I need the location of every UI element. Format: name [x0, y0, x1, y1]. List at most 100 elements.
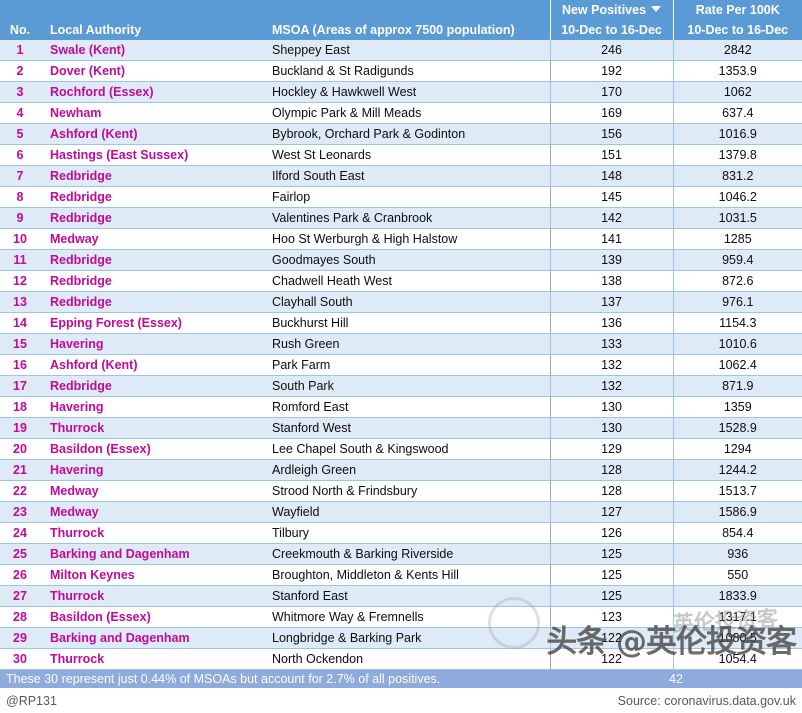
row-local-authority: Thurrock — [40, 522, 262, 544]
table-row[interactable]: 22 Medway Strood North & Frindsbury 128 1513… — [0, 480, 802, 502]
row-new-positives: 125 — [549, 585, 673, 607]
row-local-authority: Redbridge — [40, 165, 262, 187]
row-no: 23 — [0, 501, 40, 523]
table-row[interactable]: 15 Havering Rush Green 133 1010.6 — [0, 333, 802, 355]
row-local-authority: Newham — [40, 102, 262, 124]
row-no: 4 — [0, 102, 40, 124]
table-row[interactable]: 23 Medway Wayfield 127 1586.9 — [0, 501, 802, 523]
row-local-authority: Medway — [40, 501, 262, 523]
row-new-positives: 128 — [549, 459, 673, 481]
row-no: 2 — [0, 60, 40, 82]
table-row[interactable]: 19 Thurrock Stanford West 130 1528.9 — [0, 417, 802, 439]
row-rate-per-100k: 1513.7 — [672, 480, 802, 502]
table-row[interactable]: 14 Epping Forest (Essex) Buckhurst Hill 136… — [0, 312, 802, 334]
table-row[interactable]: 18 Havering Romford East 130 1359 — [0, 396, 802, 418]
row-rate-per-100k: 871.9 — [672, 375, 802, 397]
row-msoa: West St Leonards — [262, 144, 550, 166]
row-local-authority: Havering — [40, 459, 262, 481]
row-rate-per-100k: 637.4 — [672, 102, 802, 124]
row-local-authority: Ashford (Kent) — [40, 123, 262, 145]
row-no: 11 — [0, 249, 40, 271]
row-msoa: Stanford East — [262, 585, 550, 607]
row-rate-per-100k: 854.4 — [672, 522, 802, 544]
row-rate-per-100k: 1080.5 — [672, 627, 802, 649]
table-row[interactable]: 11 Redbridge Goodmayes South 139 959.4 — [0, 249, 802, 271]
header-new-positives-range: 10-Dec to 16-Dec — [549, 20, 673, 40]
row-no: 13 — [0, 291, 40, 313]
table-row[interactable]: 7 Redbridge Ilford South East 148 831.2 — [0, 165, 802, 187]
row-msoa: Stanford West — [262, 417, 550, 439]
table-row[interactable]: 25 Barking and Dagenham Creekmouth & Barki… — [0, 543, 802, 565]
row-msoa: Bybrook, Orchard Park & Godinton — [262, 123, 550, 145]
table-row[interactable]: 24 Thurrock Tilbury 126 854.4 — [0, 522, 802, 544]
row-new-positives: 122 — [549, 627, 673, 649]
table-row[interactable]: 1 Swale (Kent) Sheppey East 246 2842 — [0, 40, 802, 61]
table-row[interactable]: 9 Redbridge Valentines Park & Cranbrook 142… — [0, 207, 802, 229]
table-row[interactable]: 10 Medway Hoo St Werburgh & High Halstow 14… — [0, 228, 802, 250]
row-new-positives: 137 — [549, 291, 673, 313]
table-row[interactable]: 26 Milton Keynes Broughton, Middleton & Ke… — [0, 564, 802, 586]
table-row[interactable]: 16 Ashford (Kent) Park Farm 132 1062.4 — [0, 354, 802, 376]
table-row[interactable]: 30 Thurrock North Ockendon 122 1054.4 — [0, 648, 802, 670]
table-row[interactable]: 6 Hastings (East Sussex) West St Leonards 1… — [0, 144, 802, 166]
row-msoa: Ardleigh Green — [262, 459, 550, 481]
row-no: 26 — [0, 564, 40, 586]
header-row-bottom: No. Local Authority MSOA (Areas of appro… — [0, 20, 802, 40]
row-new-positives: 122 — [549, 648, 673, 670]
summary-total: 42 — [669, 672, 683, 686]
header-local-authority: Local Authority — [40, 20, 262, 40]
row-msoa: Lee Chapel South & Kingswood — [262, 438, 550, 460]
row-new-positives: 125 — [549, 543, 673, 565]
row-new-positives: 130 — [549, 417, 673, 439]
row-local-authority: Redbridge — [40, 270, 262, 292]
row-msoa: Broughton, Middleton & Kents Hill — [262, 564, 550, 586]
header-new-positives-title[interactable]: New Positives — [549, 0, 673, 20]
row-new-positives: 169 — [549, 102, 673, 124]
table-row[interactable]: 3 Rochford (Essex) Hockley & Hawkwell West… — [0, 81, 802, 103]
header-new-positives-label: New Positives — [561, 3, 647, 17]
table-row[interactable]: 8 Redbridge Fairlop 145 1046.2 — [0, 186, 802, 208]
row-msoa: Buckhurst Hill — [262, 312, 550, 334]
row-msoa: Clayhall South — [262, 291, 550, 313]
row-no: 16 — [0, 354, 40, 376]
row-new-positives: 192 — [549, 60, 673, 82]
row-msoa: Wayfield — [262, 501, 550, 523]
row-no: 17 — [0, 375, 40, 397]
header-blank-no — [0, 0, 40, 20]
row-local-authority: Hastings (East Sussex) — [40, 144, 262, 166]
row-new-positives: 148 — [549, 165, 673, 187]
row-no: 22 — [0, 480, 40, 502]
row-rate-per-100k: 550 — [672, 564, 802, 586]
row-new-positives: 138 — [549, 270, 673, 292]
row-no: 12 — [0, 270, 40, 292]
row-local-authority: Redbridge — [40, 249, 262, 271]
row-rate-per-100k: 1353.9 — [672, 60, 802, 82]
table-row[interactable]: 29 Barking and Dagenham Longbridge & Barki… — [0, 627, 802, 649]
row-local-authority: Milton Keynes — [40, 564, 262, 586]
msoa-table: New Positives Rate Per 100K No. Local Au… — [0, 0, 802, 670]
row-rate-per-100k: 2842 — [672, 40, 802, 61]
row-msoa: Buckland & St Radigunds — [262, 60, 550, 82]
table-row[interactable]: 20 Basildon (Essex) Lee Chapel South & Kin… — [0, 438, 802, 460]
table-row[interactable]: 2 Dover (Kent) Buckland & St Radigunds 192 1… — [0, 60, 802, 82]
table-row[interactable]: 21 Havering Ardleigh Green 128 1244.2 — [0, 459, 802, 481]
row-msoa: Longbridge & Barking Park — [262, 627, 550, 649]
row-no: 30 — [0, 648, 40, 670]
table-row[interactable]: 4 Newham Olympic Park & Mill Meads 169 637.4 — [0, 102, 802, 124]
header-blank-msoa — [262, 0, 550, 20]
table-row[interactable]: 17 Redbridge South Park 132 871.9 — [0, 375, 802, 397]
table-row[interactable]: 13 Redbridge Clayhall South 137 976.1 — [0, 291, 802, 313]
table-row[interactable]: 27 Thurrock Stanford East 125 1833.9 — [0, 585, 802, 607]
row-local-authority: Basildon (Essex) — [40, 438, 262, 460]
row-new-positives: 126 — [549, 522, 673, 544]
table-row[interactable]: 28 Basildon (Essex) Whitmore Way & Fremnel… — [0, 606, 802, 628]
row-new-positives: 132 — [549, 354, 673, 376]
table-row[interactable]: 5 Ashford (Kent) Bybrook, Orchard Park & G… — [0, 123, 802, 145]
table-row[interactable]: 12 Redbridge Chadwell Heath West 138 872.6 — [0, 270, 802, 292]
chevron-down-icon[interactable] — [651, 6, 662, 12]
row-msoa: Creekmouth & Barking Riverside — [262, 543, 550, 565]
spreadsheet-view: New Positives Rate Per 100K No. Local Au… — [0, 0, 802, 713]
row-rate-per-100k: 1586.9 — [672, 501, 802, 523]
row-rate-per-100k: 1016.9 — [672, 123, 802, 145]
row-local-authority: Barking and Dagenham — [40, 627, 262, 649]
